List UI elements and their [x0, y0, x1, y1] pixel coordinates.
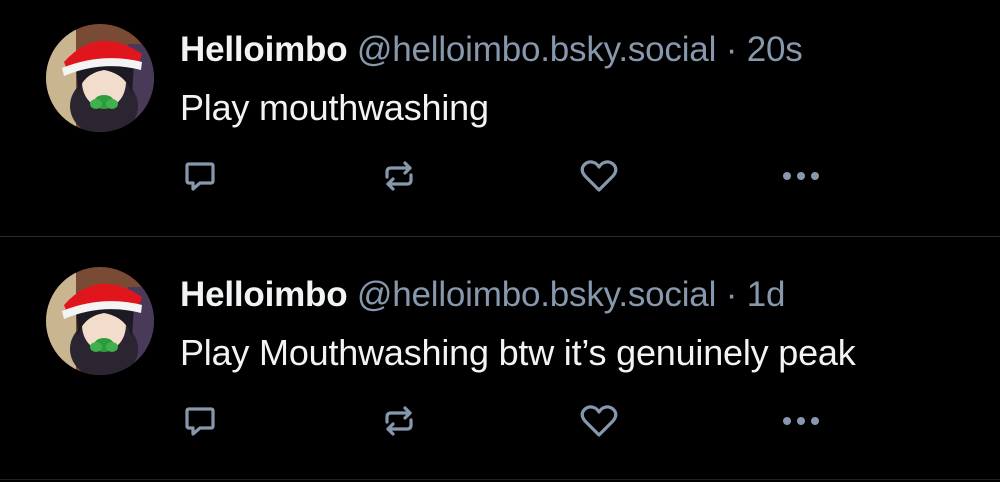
feed: Helloimbo @helloimbo.bsky.social · 20s P… [0, 0, 1000, 482]
like-button[interactable] [571, 150, 627, 206]
more-options-button[interactable] [773, 395, 829, 451]
post[interactable]: Helloimbo @helloimbo.bsky.social · 1d Pl… [0, 245, 1000, 482]
more-icon [779, 168, 823, 189]
post-time[interactable]: 1d [747, 275, 786, 314]
more-icon [779, 413, 823, 434]
post-divider [0, 479, 1000, 480]
post-actions [0, 395, 1000, 451]
reply-icon [180, 401, 220, 446]
repost-icon [379, 401, 419, 446]
post-text: Play mouthwashing [180, 87, 489, 128]
repost-button[interactable] [371, 395, 427, 451]
post-header: Helloimbo @helloimbo.bsky.social · 20s [180, 28, 803, 72]
author-handle[interactable]: @helloimbo.bsky.social [357, 30, 716, 69]
separator: · [725, 275, 738, 314]
repost-icon [379, 156, 419, 201]
reply-button[interactable] [172, 395, 228, 451]
post-time[interactable]: 20s [747, 30, 803, 69]
separator: · [725, 30, 738, 69]
like-icon [578, 156, 620, 201]
avatar[interactable] [46, 267, 154, 375]
avatar[interactable] [46, 24, 154, 132]
more-options-button[interactable] [773, 150, 829, 206]
post-actions [0, 150, 1000, 206]
reply-icon [180, 156, 220, 201]
post[interactable]: Helloimbo @helloimbo.bsky.social · 20s P… [0, 0, 1000, 236]
like-icon [578, 401, 620, 446]
repost-button[interactable] [371, 150, 427, 206]
like-button[interactable] [571, 395, 627, 451]
author-name[interactable]: Helloimbo [180, 30, 348, 69]
post-header: Helloimbo @helloimbo.bsky.social · 1d [180, 273, 785, 317]
post-divider [0, 236, 1000, 237]
post-text: Play Mouthwashing btw it’s genuinely pea… [180, 332, 856, 373]
author-name[interactable]: Helloimbo [180, 275, 348, 314]
reply-button[interactable] [172, 150, 228, 206]
author-handle[interactable]: @helloimbo.bsky.social [357, 275, 716, 314]
